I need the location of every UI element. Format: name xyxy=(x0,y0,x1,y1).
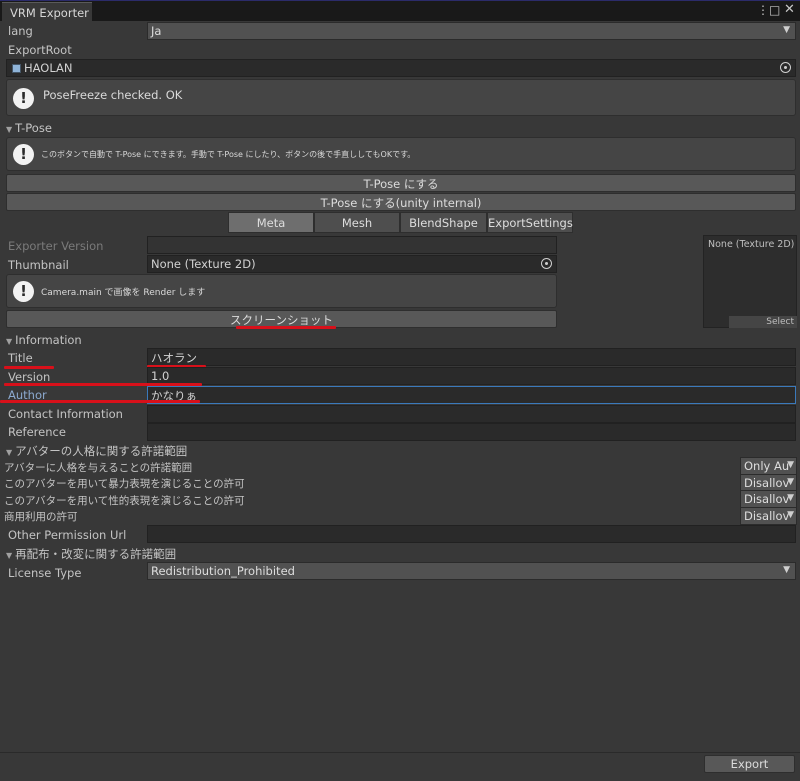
camera-helpbox: ! Camera.main で画像を Render します xyxy=(6,274,557,308)
window-tab-bar xyxy=(0,0,800,21)
export-root-label: ExportRoot xyxy=(8,43,72,57)
thumbnail-field[interactable]: None (Texture 2D) xyxy=(147,255,557,273)
redistribution-foldout-label: 再配布・改変に関する許諾範囲 xyxy=(15,547,177,561)
thumbnail-select-button[interactable]: Select xyxy=(729,316,797,328)
commercial-usage-dropdown[interactable]: Disallov ▼ xyxy=(740,507,797,525)
info-icon: ! xyxy=(13,144,34,165)
annotation-underline xyxy=(236,326,336,329)
allowed-user-label: アバターに人格を与えることの許諾範囲 xyxy=(4,462,193,474)
exporter-version-field xyxy=(147,236,557,254)
foldout-triangle-icon: ▼ xyxy=(6,551,13,560)
info-icon: ! xyxy=(13,88,34,109)
export-button[interactable]: Export xyxy=(704,755,795,773)
tpose-internal-button[interactable]: T-Pose にする(unity internal) xyxy=(6,193,796,211)
foldout-triangle-icon: ▼ xyxy=(6,337,13,346)
license-type-label: License Type xyxy=(8,566,82,580)
gameobject-icon xyxy=(12,64,21,73)
information-foldout-label: Information xyxy=(15,333,82,347)
more-vert-icon[interactable]: ⋮ xyxy=(757,4,769,16)
license-type-dropdown[interactable]: Redistribution_Prohibited ▼ xyxy=(147,562,796,580)
thumbnail-value: None (Texture 2D) xyxy=(151,257,256,271)
tpose-button[interactable]: T-Pose にする xyxy=(6,174,796,192)
chevron-down-icon: ▼ xyxy=(787,510,794,520)
violent-usage-value: Disallov xyxy=(744,476,790,490)
lang-value: Ja xyxy=(151,24,162,38)
posefreeze-helpbox: ! PoseFreeze checked. OK xyxy=(6,79,796,116)
sexual-usage-dropdown[interactable]: Disallov ▼ xyxy=(740,490,797,508)
annotation-underline xyxy=(4,366,54,369)
annotation-underline xyxy=(0,400,200,403)
export-root-field[interactable]: HAOLAN xyxy=(6,59,796,77)
violent-usage-label: このアバターを用いて暴力表現を演じることの許可 xyxy=(4,478,245,490)
info-icon: ! xyxy=(13,281,34,302)
chevron-down-icon: ▼ xyxy=(787,460,794,470)
title-field[interactable]: ハオラン xyxy=(147,348,796,366)
author-field[interactable]: かなりぁ xyxy=(147,386,796,404)
chevron-down-icon: ▼ xyxy=(783,565,790,575)
object-picker-icon[interactable] xyxy=(780,62,791,73)
footer-divider xyxy=(0,752,800,753)
contact-information-label: Contact Information xyxy=(8,407,123,421)
tpose-helpbox: ! このボタンで自動で T-Pose にできます。手動で T-Pose にしたり… xyxy=(6,137,796,171)
tpose-foldout-label: T-Pose xyxy=(15,121,52,135)
commercial-usage-value: Disallov xyxy=(744,509,790,523)
contact-information-field[interactable] xyxy=(147,405,796,423)
title-label: Title xyxy=(8,351,33,365)
personality-foldout[interactable]: ▼ アバターの人格に関する許諾範囲 xyxy=(6,443,187,459)
tab-blendshape[interactable]: BlendShape xyxy=(400,212,487,233)
maximize-icon[interactable]: □ xyxy=(769,4,780,16)
version-field[interactable]: 1.0 xyxy=(147,367,796,385)
other-permission-label: Other Permission Url xyxy=(8,528,127,542)
information-foldout[interactable]: ▼ Information xyxy=(6,333,82,347)
foldout-triangle-icon: ▼ xyxy=(6,448,13,457)
camera-help-text: Camera.main で画像を Render します xyxy=(41,288,206,298)
redistribution-foldout[interactable]: ▼ 再配布・改変に関する許諾範囲 xyxy=(6,546,176,562)
tab-mesh[interactable]: Mesh xyxy=(314,212,400,233)
reference-label: Reference xyxy=(8,425,66,439)
version-label: Version xyxy=(8,370,51,384)
window-tab[interactable]: VRM Exporter xyxy=(2,2,92,21)
personality-foldout-label: アバターの人格に関する許諾範囲 xyxy=(15,444,188,458)
foldout-triangle-icon: ▼ xyxy=(6,125,13,134)
allowed-user-value: Only Au xyxy=(744,459,790,473)
close-icon[interactable]: ✕ xyxy=(784,3,795,16)
object-picker-icon[interactable] xyxy=(541,258,552,269)
license-type-value: Redistribution_Prohibited xyxy=(151,564,295,578)
exporter-version-label: Exporter Version xyxy=(8,239,104,253)
reference-field[interactable] xyxy=(147,423,796,441)
lang-dropdown[interactable]: Ja ▼ xyxy=(147,22,796,40)
tab-meta[interactable]: Meta xyxy=(228,212,314,233)
chevron-down-icon: ▼ xyxy=(783,25,790,35)
chevron-down-icon: ▼ xyxy=(787,477,794,487)
tab-exportsettings[interactable]: ExportSettings xyxy=(487,212,573,233)
lang-label: lang xyxy=(8,24,33,38)
thumbnail-label: Thumbnail xyxy=(8,258,69,272)
chevron-down-icon: ▼ xyxy=(787,493,794,503)
export-root-value: HAOLAN xyxy=(24,61,73,75)
tpose-foldout[interactable]: ▼ T-Pose xyxy=(6,121,52,135)
allowed-user-dropdown[interactable]: Only Au ▼ xyxy=(740,457,797,475)
sexual-usage-label: このアバターを用いて性的表現を演じることの許可 xyxy=(4,495,245,507)
commercial-usage-label: 商用利用の許可 xyxy=(4,511,78,523)
posefreeze-help-text: PoseFreeze checked. OK xyxy=(43,88,183,102)
thumbnail-preview-label: None (Texture 2D) xyxy=(708,239,795,250)
sexual-usage-value: Disallov xyxy=(744,492,790,506)
other-permission-field[interactable] xyxy=(147,525,796,543)
thumbnail-preview[interactable]: None (Texture 2D) Select xyxy=(703,235,797,328)
tpose-help-text: このボタンで自動で T-Pose にできます。手動で T-Pose にしたり、ボ… xyxy=(41,150,416,159)
